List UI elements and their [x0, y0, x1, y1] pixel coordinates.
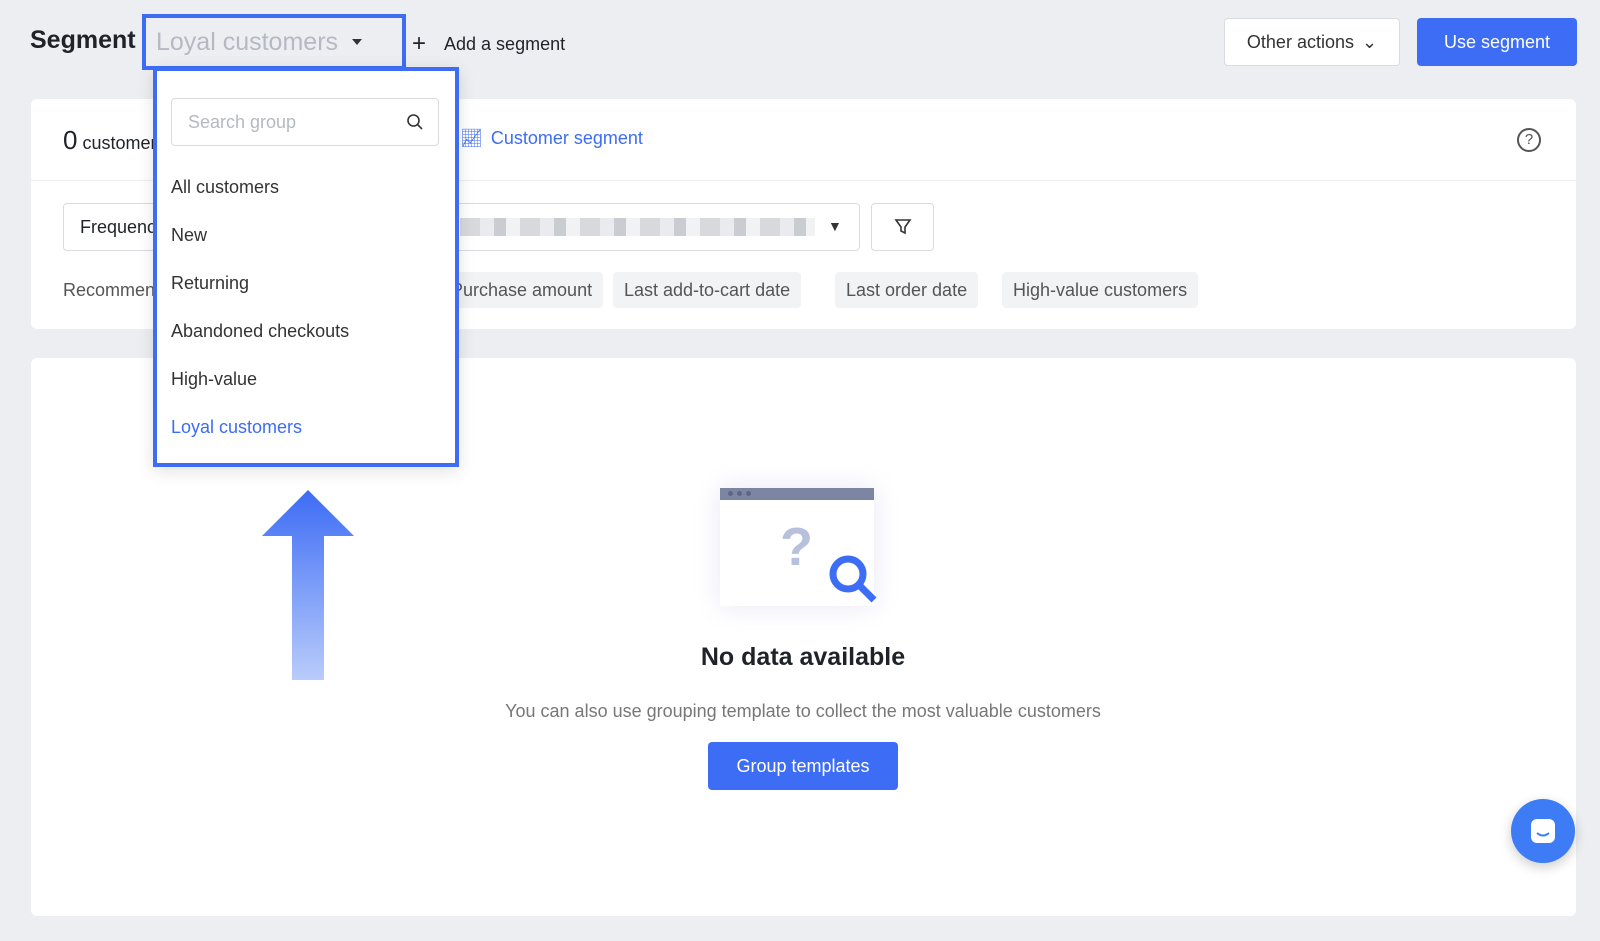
chat-icon — [1531, 819, 1555, 843]
chat-button[interactable] — [1511, 799, 1575, 863]
search-icon — [407, 114, 423, 130]
option-new[interactable]: New — [171, 225, 207, 246]
segment-select[interactable]: Loyal customers — [142, 14, 406, 70]
search-group-input[interactable]: Search group — [171, 98, 439, 146]
chevron-down-icon: ⌄ — [1361, 31, 1378, 52]
filter-icon — [893, 219, 912, 235]
use-segment-button[interactable]: Use segment — [1417, 18, 1577, 66]
page-title: Segment — [30, 26, 136, 54]
segment-dropdown: Search group All customers New Returning… — [153, 67, 459, 467]
option-abandoned-checkouts[interactable]: Abandoned checkouts — [171, 321, 349, 342]
arrow-up-icon — [262, 490, 354, 680]
customer-count: 0 customers — [63, 125, 166, 155]
option-high-value[interactable]: High-value — [171, 369, 257, 390]
magnifier-icon — [829, 555, 877, 603]
other-actions-button[interactable]: Other actions ⌄ — [1224, 18, 1400, 66]
chip-last-order-date[interactable]: Last order date — [835, 272, 979, 308]
option-loyal-customers[interactable]: Loyal customers — [171, 417, 302, 438]
chip-purchase-amount[interactable]: Purchase amount — [440, 272, 604, 308]
help-icon[interactable]: ? — [1517, 128, 1541, 152]
chip-last-add-to-cart[interactable]: Last add-to-cart date — [613, 272, 802, 308]
caret-down-icon — [352, 39, 363, 45]
group-templates-button[interactable]: Group templates — [708, 742, 898, 790]
empty-title: No data available — [700, 643, 906, 671]
option-returning[interactable]: Returning — [171, 273, 249, 294]
plus-icon: + — [412, 30, 427, 57]
chip-high-value[interactable]: High-value customers — [1002, 272, 1199, 308]
no-data-illustration: ? — [720, 488, 877, 606]
option-all-customers[interactable]: All customers — [171, 177, 279, 198]
filter-button[interactable] — [871, 203, 934, 251]
add-segment-button[interactable]: + Add a segment — [412, 30, 565, 58]
customer-segment-link[interactable]: 📈︎ Customer segment — [460, 128, 643, 149]
chart-line-icon: 📈︎ — [460, 128, 483, 148]
chevron-down-icon: ▼ — [828, 218, 842, 234]
empty-description: You can also use grouping template to co… — [505, 701, 1101, 721]
blurred-value — [460, 218, 815, 236]
